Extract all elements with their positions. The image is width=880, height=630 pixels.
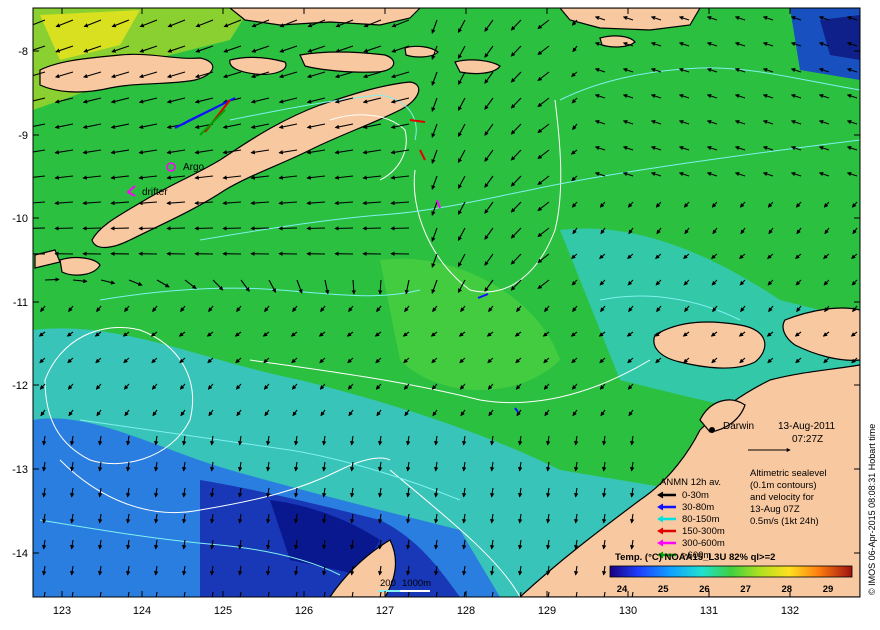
imos-credit: © IMOS 06-Apr-2015 08:08:31 Hobart time <box>867 424 877 595</box>
colorbar-tick-label: 25 <box>658 584 669 595</box>
velocity-arrow <box>110 226 130 231</box>
velocity-arrow <box>54 226 74 231</box>
time-label: 07:27Z <box>792 434 823 445</box>
colorbar-tick-label: 26 <box>699 584 710 595</box>
lat-tick-label: -12 <box>12 380 28 392</box>
scale-bar-label-b: 1000m <box>402 578 431 589</box>
lat-tick-label: -11 <box>13 297 28 309</box>
drifter-label: drifter <box>142 187 168 198</box>
velocity-arrow <box>334 226 354 231</box>
depth-label: 300-600m <box>682 538 725 549</box>
darwin-marker <box>709 427 715 433</box>
depth-label: 150-300m <box>682 526 725 537</box>
lon-tick-label: 123 <box>53 605 71 617</box>
colorbar-title: Temp. (°C) NOAA15_L3U 82% ql>=2 <box>615 552 775 563</box>
velocity-arrow <box>306 226 326 231</box>
lat-tick-label: -10 <box>12 213 28 225</box>
north-island-top <box>229 8 421 26</box>
velocity-arrow <box>278 226 298 231</box>
lat-tick-label: -13 <box>12 464 28 476</box>
lon-tick-label: 131 <box>700 605 718 617</box>
scale-bar-label-a: 200 <box>380 578 396 589</box>
altimetry-line-1: Altimetric sealevel <box>750 468 827 479</box>
velocity-arrow <box>250 226 270 231</box>
velocity-arrow <box>166 226 186 231</box>
velocity-arrow <box>82 226 102 231</box>
lat-tick-label: -9 <box>18 130 28 142</box>
velocity-arrow <box>222 226 242 231</box>
altimetry-line-2: (0.1m contours) <box>750 480 817 491</box>
lon-tick-label: 126 <box>295 605 313 617</box>
colorbar-tick-label: 29 <box>823 584 834 595</box>
colorbar-tick-label: 28 <box>782 584 793 595</box>
depth-label: 30-80m <box>682 502 714 513</box>
anmn-legend-title: ANMN 12h av. <box>660 477 721 488</box>
lon-tick-label: 132 <box>781 605 799 617</box>
depth-label: 80-150m <box>682 514 720 525</box>
velocity-arrow <box>390 226 410 231</box>
altimetry-line-4: 13-Aug 07Z <box>750 504 800 515</box>
lon-tick-label: 125 <box>214 605 232 617</box>
depth-label: 0-30m <box>682 490 709 501</box>
colorbar-tick-label: 24 <box>617 584 628 595</box>
colorbar-tick-label: 27 <box>740 584 751 595</box>
sst-current-map: Argo drifter Darwin 13-Aug-2011 07:27Z A… <box>12 7 877 617</box>
lat-tick-label: -14 <box>12 548 28 560</box>
argo-label: Argo <box>183 162 205 173</box>
colorbar-gradient <box>609 565 853 578</box>
velocity-arrow <box>194 226 214 231</box>
velocity-arrow <box>138 226 158 231</box>
lon-tick-label: 124 <box>133 605 151 617</box>
lon-tick-label: 130 <box>619 605 637 617</box>
lon-tick-label: 128 <box>457 605 475 617</box>
lat-tick-label: -8 <box>18 46 28 58</box>
altimetry-line-3: and velocity for <box>750 492 814 503</box>
lon-tick-label: 129 <box>538 605 556 617</box>
date-label: 13-Aug-2011 <box>778 421 836 432</box>
velocity-arrow <box>362 226 382 231</box>
velocity-arrow <box>44 277 60 282</box>
darwin-label: Darwin <box>723 421 754 432</box>
lon-tick-label: 127 <box>376 605 394 617</box>
velocity-arrow <box>33 227 46 229</box>
altimetry-line-5: 0.5m/s (1kt 24h) <box>750 516 819 527</box>
